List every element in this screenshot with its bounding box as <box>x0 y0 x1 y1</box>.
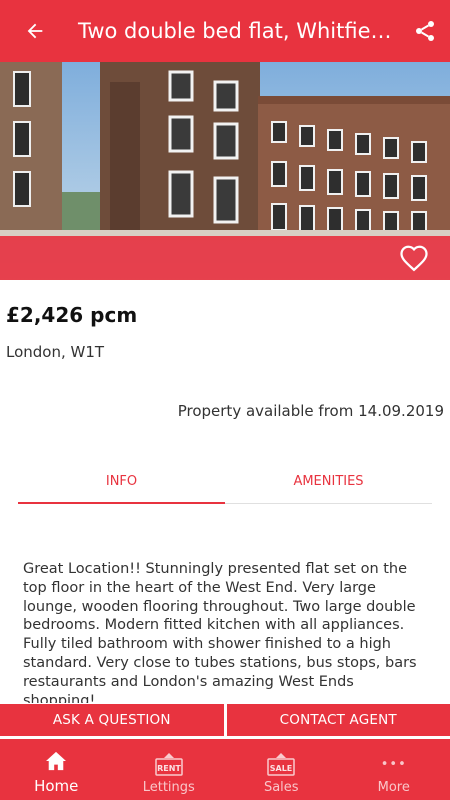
property-photo[interactable] <box>0 62 450 280</box>
page-title: Two double bed flat, Whitfield Street <box>78 19 400 43</box>
ask-question-button[interactable]: ASK A QUESTION <box>0 704 224 736</box>
home-icon <box>46 751 67 771</box>
description-text: Great Location!! Stunningly presented fl… <box>23 561 417 703</box>
app-bar: Two double bed flat, Whitfield Street <box>0 0 450 62</box>
tab-amenities[interactable]: AMENITIES <box>225 462 432 503</box>
rent-sign-icon: RENT <box>155 753 183 776</box>
nav-more[interactable]: ••• More <box>338 739 450 800</box>
nav-more-label: More <box>377 780 410 795</box>
nav-sales[interactable]: SALE Sales <box>225 739 338 800</box>
action-bar: ASK A QUESTION CONTACT AGENT <box>0 704 450 736</box>
arrow-left-icon <box>27 23 43 39</box>
nav-lettings[interactable]: RENT Lettings <box>113 739 226 800</box>
sale-sign-text: SALE <box>270 764 293 773</box>
heart-outline-icon <box>400 245 428 272</box>
back-button[interactable] <box>0 0 70 62</box>
bottom-navigation: Home RENT Lettings SALE Sales ••• More <box>0 739 450 800</box>
sale-sign-icon: SALE <box>267 753 295 776</box>
share-icon <box>416 21 434 41</box>
location: London, W1T <box>6 343 105 361</box>
availability-date: Property available from 14.09.2019 <box>177 402 444 420</box>
tab-info[interactable]: INFO <box>18 462 225 504</box>
more-dots-icon: ••• <box>380 756 407 772</box>
share-button[interactable] <box>400 0 450 62</box>
price: £2,426 pcm <box>6 303 138 327</box>
rent-sign-text: RENT <box>157 764 181 773</box>
nav-lettings-label: Lettings <box>142 780 195 795</box>
photo-overlay-band <box>0 236 450 280</box>
favorite-button[interactable] <box>398 242 430 274</box>
nav-home[interactable]: Home <box>0 739 113 800</box>
contact-agent-button[interactable]: CONTACT AGENT <box>226 704 450 736</box>
nav-sales-label: Sales <box>263 780 299 795</box>
nav-home-label: Home <box>34 777 79 795</box>
tab-bar: INFO AMENITIES <box>18 462 432 504</box>
